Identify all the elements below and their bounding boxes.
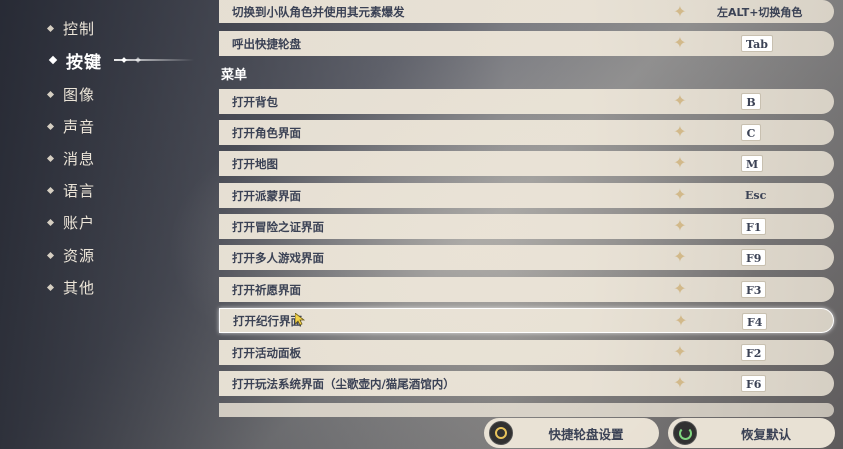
sidebar-item-label: 按键: [66, 52, 102, 73]
sidebar-item-resources[interactable]: 资源: [46, 241, 96, 269]
key-badge: M: [741, 155, 764, 172]
keybind-row[interactable]: 打开活动面板 ✦ F2: [219, 340, 834, 365]
key-badge: F4: [742, 313, 768, 330]
sidebar-item-label: 消息: [63, 149, 96, 168]
sparkle-icon: ✦: [673, 185, 687, 204]
key-badge: F9: [741, 249, 767, 266]
sparkle-icon: ✦: [673, 2, 687, 21]
mouse-cursor-icon: [295, 313, 305, 326]
keybind-row[interactable]: 打开背包 ✦ B: [219, 89, 834, 114]
sparkle-icon: ✦: [673, 247, 687, 266]
sparkle-icon: ✦: [674, 311, 688, 330]
sparkle-icon: ✦: [673, 373, 687, 392]
sidebar-item-label: 其他: [63, 278, 96, 297]
keybind-label: 打开派蒙界面: [232, 188, 301, 203]
wheel-settings-button[interactable]: 快捷轮盘设置: [484, 418, 659, 448]
sparkle-icon: ✦: [673, 342, 687, 361]
keybind-row[interactable]: 打开多人游戏界面 ✦ F9: [219, 245, 834, 270]
active-indicator: [114, 59, 194, 61]
sidebar-item-label: 语言: [63, 181, 96, 200]
button-label: 恢复默认: [740, 426, 791, 442]
keybind-label: 打开玩法系统界面（尘歌壶内/猫尾酒馆内）: [232, 376, 455, 391]
keybind-row[interactable]: 呼出快捷轮盘 ✦ Tab: [219, 31, 834, 56]
keybind-label: 打开多人游戏界面: [232, 250, 324, 265]
sidebar-item-language[interactable]: 语言: [46, 176, 96, 204]
keybind-list: 切换到小队角色并使用其元素爆发 ✦ 左ALT+切换角色 呼出快捷轮盘 ✦ Tab…: [219, 0, 835, 449]
section-title-menu: 菜单: [221, 68, 248, 83]
keybind-label: 切换到小队角色并使用其元素爆发: [232, 4, 405, 19]
keybind-label: 打开冒险之证界面: [232, 219, 324, 234]
sidebar-item-label: 资源: [63, 246, 96, 265]
sparkle-icon: ✦: [673, 33, 687, 52]
settings-sidebar: 控制 按键 图像 声音 消息 语言 账户 资源 其他: [0, 0, 205, 449]
diamond-icon: [48, 55, 58, 65]
keybind-label: 打开角色界面: [232, 125, 301, 140]
refresh-icon: [673, 421, 697, 445]
sidebar-item-graphics[interactable]: 图像: [46, 80, 96, 108]
sidebar-item-label: 控制: [63, 19, 96, 38]
sparkle-icon: ✦: [673, 216, 687, 235]
sparkle-icon: ✦: [673, 91, 687, 110]
key-badge: F2: [741, 344, 767, 361]
sparkle-icon: ✦: [673, 279, 687, 298]
diamond-icon: [46, 154, 55, 162]
keybind-row[interactable]: 打开冒险之证界面 ✦ F1: [219, 214, 834, 239]
keybind-row[interactable]: 打开地图 ✦ M: [219, 151, 834, 176]
keybind-label: 打开活动面板: [232, 345, 301, 360]
diamond-icon: [46, 90, 55, 98]
diamond-icon: [46, 283, 55, 291]
keybind-row-partial[interactable]: [219, 403, 834, 417]
keybind-row[interactable]: 切换到小队角色并使用其元素爆发 ✦ 左ALT+切换角色: [219, 0, 834, 23]
diamond-icon: [46, 218, 55, 226]
keybind-label: 打开背包: [232, 94, 278, 109]
sidebar-item-controls[interactable]: 控制: [46, 14, 96, 42]
diamond-icon: [46, 24, 55, 32]
keybind-label: 呼出快捷轮盘: [232, 36, 301, 51]
restore-default-button[interactable]: 恢复默认: [668, 418, 835, 448]
keybind-label: 打开地图: [232, 156, 278, 171]
sparkle-icon: ✦: [673, 122, 687, 141]
key-badge: F3: [741, 281, 767, 298]
keybind-row[interactable]: 打开玩法系统界面（尘歌壶内/猫尾酒馆内） ✦ F6: [219, 371, 834, 396]
sidebar-item-label: 声音: [63, 117, 96, 136]
key-badge: Tab: [741, 35, 773, 52]
keybind-row[interactable]: 打开派蒙界面 ✦ Esc: [219, 183, 834, 208]
sidebar-item-messages[interactable]: 消息: [46, 144, 96, 172]
key-badge: C: [741, 124, 761, 141]
key-badge: 左ALT+切换角色: [717, 6, 803, 19]
sparkle-icon: ✦: [673, 153, 687, 172]
key-badge: B: [741, 93, 761, 110]
diamond-icon: [46, 122, 55, 130]
key-badge: F1: [741, 218, 767, 235]
diamond-icon: [46, 251, 55, 259]
key-badge: Esc: [745, 189, 767, 202]
sidebar-item-audio[interactable]: 声音: [46, 112, 96, 140]
button-label: 快捷轮盘设置: [548, 426, 624, 442]
key-badge: F6: [741, 375, 767, 392]
sidebar-item-label: 图像: [63, 85, 96, 104]
sidebar-item-account[interactable]: 账户: [46, 208, 96, 236]
keybind-label: 打开纪行界面: [233, 313, 302, 328]
sidebar-item-other[interactable]: 其他: [46, 273, 96, 301]
sidebar-item-label: 账户: [63, 213, 96, 232]
gamepad-button-icon: [489, 421, 513, 445]
keybind-row[interactable]: 打开角色界面 ✦ C: [219, 120, 834, 145]
keybind-label: 打开祈愿界面: [232, 282, 301, 297]
sidebar-item-keybinds[interactable]: 按键: [48, 46, 194, 74]
keybind-row[interactable]: 打开祈愿界面 ✦ F3: [219, 277, 834, 302]
diamond-icon: [46, 186, 55, 194]
keybind-row-selected[interactable]: 打开纪行界面 ✦ F4: [219, 308, 834, 333]
